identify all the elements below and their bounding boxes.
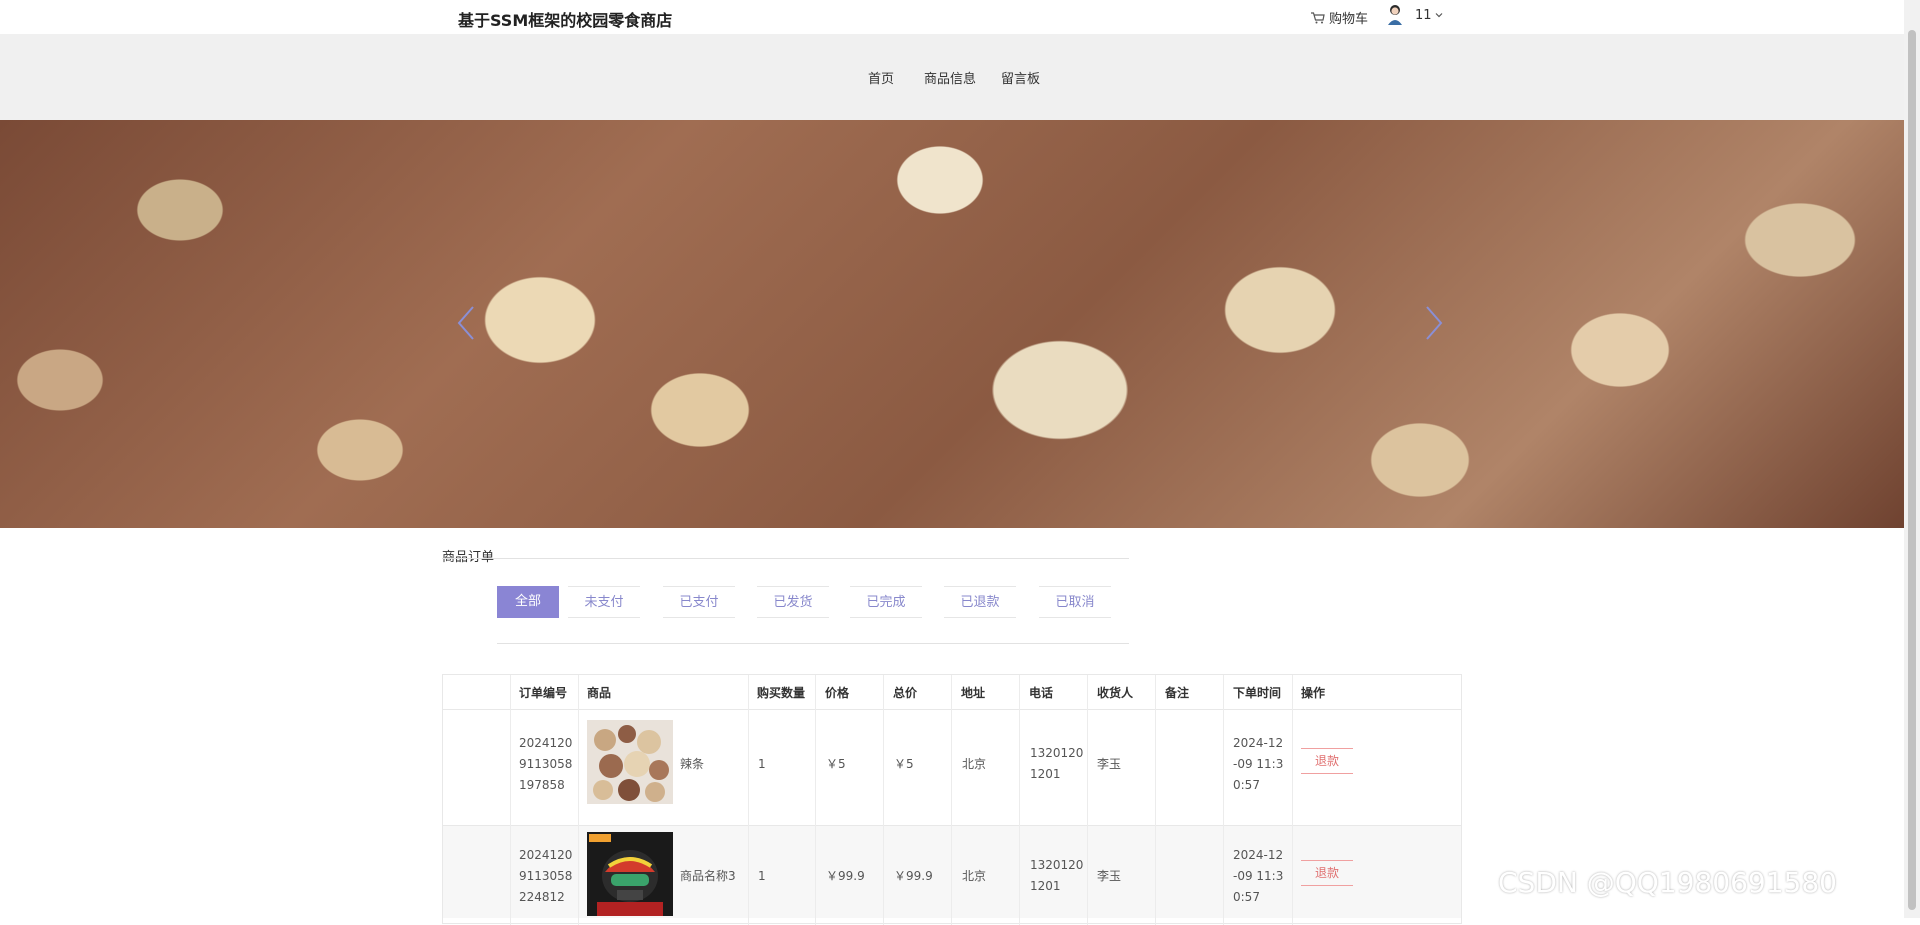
phone-line: 1201 [1030, 879, 1061, 893]
col-divider [1087, 675, 1088, 925]
order-no: 2024120 9113058 224812 [519, 845, 572, 908]
order-no-line: 2024120 [519, 848, 573, 862]
cart-icon [1311, 12, 1325, 24]
phone: 1320120 1201 [1030, 855, 1083, 897]
chevron-down-icon[interactable] [1434, 10, 1444, 20]
row-divider [442, 825, 1462, 826]
col-divider [815, 675, 816, 925]
nav-home[interactable]: 首页 [868, 68, 894, 87]
tab-refunded[interactable]: 已退款 [944, 586, 1016, 618]
col-divider [1223, 675, 1224, 925]
col-header-address: 地址 [961, 686, 986, 700]
header-divider [442, 709, 1462, 710]
col-header-total: 总价 [893, 686, 918, 700]
receiver: 李玉 [1097, 869, 1122, 883]
top-bar: 基于SSM框架的校园零食商店 购物车 11 [0, 0, 1904, 34]
col-header-receiver: 收货人 [1097, 686, 1134, 700]
col-header-price: 价格 [825, 686, 850, 700]
product-name: 辣条 [680, 757, 705, 771]
main-nav: 首页 商品信息 留言板 [0, 34, 1904, 120]
carousel-prev-icon[interactable] [455, 303, 477, 343]
cart-label: 购物车 [1329, 12, 1369, 27]
price: ￥5 [826, 757, 846, 771]
col-divider [1155, 675, 1156, 925]
col-header-time: 下单时间 [1233, 686, 1282, 700]
tab-completed[interactable]: 已完成 [850, 586, 922, 618]
order-time-line: 2024-12 [1233, 848, 1284, 862]
order-no: 2024120 9113058 197858 [519, 733, 572, 796]
order-time: 2024-12 -09 11:3 0:57 [1233, 733, 1283, 796]
watermark: CSDN @QQ1980691580 [1498, 866, 1837, 899]
total: ￥99.9 [894, 869, 933, 883]
col-header-order-no: 订单编号 [519, 686, 568, 700]
quantity: 1 [758, 757, 766, 771]
col-header-note: 备注 [1165, 686, 1190, 700]
total: ￥5 [894, 757, 914, 771]
col-divider [510, 675, 511, 925]
address: 北京 [962, 757, 987, 771]
col-header-product: 商品 [587, 686, 612, 700]
order-time-line: 0:57 [1233, 778, 1260, 792]
phone: 1320120 1201 [1030, 743, 1083, 785]
order-time-line: 0:57 [1233, 890, 1260, 904]
col-divider [578, 675, 579, 925]
order-no-line: 9113058 [519, 869, 573, 883]
user-avatar[interactable] [1386, 3, 1404, 25]
order-no-line: 9113058 [519, 757, 573, 771]
col-divider [748, 675, 749, 925]
refund-button[interactable]: 退款 [1301, 748, 1353, 774]
cart-link[interactable]: 购物车 [1311, 8, 1368, 27]
nav-messages[interactable]: 留言板 [1001, 68, 1040, 87]
phone-line: 1320120 [1030, 746, 1084, 760]
order-no-line: 2024120 [519, 736, 573, 750]
receiver: 李玉 [1097, 757, 1122, 771]
col-header-action: 操作 [1301, 686, 1326, 700]
tab-unpaid[interactable]: 未支付 [568, 586, 640, 618]
scrollbar-thumb[interactable] [1908, 30, 1916, 910]
product-thumbnail[interactable] [587, 720, 673, 804]
phone-line: 1320120 [1030, 858, 1084, 872]
product-thumbnail[interactable] [587, 832, 673, 916]
username[interactable]: 11 [1415, 8, 1432, 23]
nav-products[interactable]: 商品信息 [924, 68, 976, 87]
col-divider [1292, 675, 1293, 925]
refund-button[interactable]: 退款 [1301, 860, 1353, 886]
tab-cancelled[interactable]: 已取消 [1039, 586, 1111, 618]
price: ￥99.9 [826, 869, 865, 883]
section-title: 商品订单 [442, 550, 495, 565]
divider [442, 558, 1129, 559]
col-header-phone: 电话 [1029, 686, 1054, 700]
tab-shipped[interactable]: 已发货 [757, 586, 829, 618]
order-time-line: -09 11:3 [1233, 869, 1284, 883]
order-time-line: -09 11:3 [1233, 757, 1284, 771]
col-divider [1019, 675, 1020, 925]
order-no-line: 224812 [519, 890, 565, 904]
divider [497, 643, 1129, 644]
banner-carousel [0, 120, 1904, 528]
product-name: 商品名称3 [680, 869, 736, 883]
phone-line: 1201 [1030, 767, 1061, 781]
tab-paid[interactable]: 已支付 [663, 586, 735, 618]
tab-all[interactable]: 全部 [497, 586, 559, 618]
quantity: 1 [758, 869, 766, 883]
col-header-quantity: 购买数量 [757, 686, 806, 700]
col-divider [883, 675, 884, 925]
carousel-next-icon[interactable] [1423, 303, 1445, 343]
address: 北京 [962, 869, 987, 883]
site-title[interactable]: 基于SSM框架的校园零食商店 [458, 7, 672, 31]
order-time: 2024-12 -09 11:3 0:57 [1233, 845, 1283, 908]
order-time-line: 2024-12 [1233, 736, 1284, 750]
col-divider [951, 675, 952, 925]
order-no-line: 197858 [519, 778, 565, 792]
